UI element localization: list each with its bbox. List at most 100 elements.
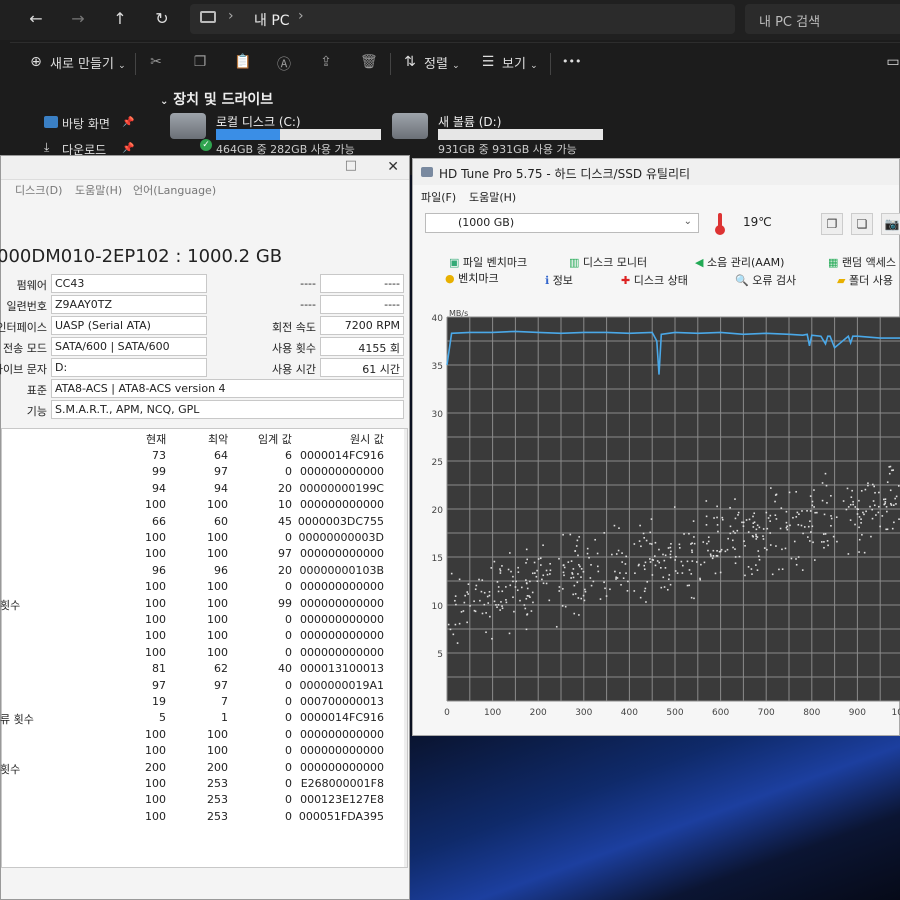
access-time-point bbox=[823, 541, 825, 543]
access-time-point bbox=[582, 570, 585, 573]
menu-language[interactable]: 언어(Language) bbox=[133, 182, 216, 198]
access-time-point bbox=[742, 525, 745, 527]
access-time-point bbox=[693, 597, 695, 600]
current-value: 100 bbox=[145, 727, 166, 741]
access-time-point bbox=[479, 599, 481, 602]
drive-select[interactable]: (1000 GB) ⌄ bbox=[425, 213, 699, 233]
pin-icon[interactable]: 📌 bbox=[122, 117, 134, 128]
back-arrow-icon[interactable]: ← bbox=[24, 8, 48, 30]
access-time-point bbox=[765, 511, 768, 514]
breadcrumb[interactable]: 내 PC bbox=[254, 10, 290, 30]
nav-item-desktop[interactable]: 바탕 화면 bbox=[62, 115, 110, 132]
share-icon[interactable]: ⇪ bbox=[318, 54, 334, 70]
menu-file[interactable]: 파일(F) bbox=[421, 189, 456, 205]
worst-value: 64 bbox=[214, 449, 228, 462]
access-time-point bbox=[505, 599, 507, 601]
forward-arrow-icon[interactable]: → bbox=[66, 8, 90, 30]
search-input[interactable]: 내 PC 검색 bbox=[745, 4, 900, 34]
x-tick-label: 300 bbox=[575, 708, 592, 718]
drive-name: 로컬 디스크 (C:) bbox=[216, 115, 301, 129]
close-icon[interactable]: ✕ bbox=[387, 159, 399, 175]
access-time-point bbox=[649, 558, 651, 560]
title-bar[interactable]: □ ✕ bbox=[1, 156, 409, 180]
access-time-point bbox=[745, 519, 748, 521]
address-bar[interactable]: › 내 PC › bbox=[190, 4, 735, 34]
up-arrow-icon[interactable]: ↑ bbox=[108, 8, 132, 30]
scrollbar[interactable] bbox=[404, 429, 407, 867]
access-time-point bbox=[811, 525, 814, 528]
access-time-point bbox=[649, 531, 652, 534]
access-time-point bbox=[883, 498, 885, 501]
access-time-point bbox=[716, 555, 719, 557]
access-time-point bbox=[691, 549, 693, 552]
threshold-value: 0 bbox=[285, 711, 292, 725]
current-value: 5 bbox=[159, 711, 166, 725]
file-explorer-window: ← → ↑ ↻ › 내 PC › 내 PC 검색 ⊕ 새로 만들기 ⌄ ✂ ❐ … bbox=[0, 0, 900, 175]
column-header-worst[interactable]: 최악 bbox=[208, 431, 228, 447]
tab-benchmark[interactable]: ● 벤치마크 bbox=[445, 270, 499, 286]
current-value: 99 bbox=[152, 465, 166, 479]
access-time-point bbox=[737, 514, 739, 516]
more-button[interactable]: ••• bbox=[562, 55, 581, 68]
details-pane-icon[interactable]: ▭ bbox=[885, 54, 900, 70]
column-header-raw[interactable]: 원시 값 bbox=[350, 431, 384, 447]
current-value: 100 bbox=[145, 531, 166, 544]
drive-icon bbox=[170, 113, 206, 139]
raw-value: 000000000000 bbox=[300, 498, 384, 512]
worst-value: 100 bbox=[207, 580, 228, 594]
threshold-value: 0 bbox=[285, 531, 292, 544]
section-header[interactable]: ⌄ 장치 및 드라이브 bbox=[160, 89, 273, 109]
access-time-point bbox=[592, 580, 595, 583]
tab-error-scan[interactable]: 🔍 오류 검사 bbox=[735, 272, 796, 288]
menu-help[interactable]: 도움말(H) bbox=[75, 182, 122, 198]
paste-icon[interactable]: 📋 bbox=[234, 54, 251, 70]
current-value: 96 bbox=[152, 563, 166, 577]
threshold-value: 0 bbox=[285, 580, 292, 594]
access-time-point bbox=[454, 623, 457, 626]
access-time-point bbox=[795, 516, 798, 518]
tab-aam[interactable]: ◀ 소음 관리(AAM) bbox=[695, 254, 784, 270]
view-button[interactable]: 보기 ⌄ bbox=[502, 53, 538, 72]
tab-disk-monitor[interactable]: ▥ 디스크 모니터 bbox=[569, 254, 647, 270]
access-time-point bbox=[541, 578, 543, 581]
random-access-icon: ▦ bbox=[828, 256, 839, 269]
tab-random-access[interactable]: ▦ 랜덤 액세스 bbox=[828, 254, 896, 270]
tab-info[interactable]: ℹ 정보 bbox=[545, 272, 573, 288]
current-value: 73 bbox=[152, 449, 166, 462]
new-button[interactable]: 새로 만들기 ⌄ bbox=[50, 53, 126, 72]
minimize-icon[interactable]: □ bbox=[345, 158, 357, 173]
access-time-point bbox=[660, 586, 663, 589]
worst-value: 97 bbox=[214, 465, 228, 479]
access-time-point bbox=[495, 604, 497, 606]
tab-file-benchmark[interactable]: ▣ 파일 벤치마크 bbox=[449, 254, 527, 270]
benchmark-icon: ● bbox=[445, 272, 455, 285]
raw-value: 00000000103B bbox=[299, 563, 384, 577]
tab-health[interactable]: ✚ 디스크 상태 bbox=[621, 272, 688, 288]
title-bar[interactable]: HD Tune Pro 5.75 - 하드 디스크/SSD 유틸리티 bbox=[413, 159, 899, 185]
refresh-icon[interactable]: ↻ bbox=[150, 8, 174, 30]
cut-icon[interactable]: ✂ bbox=[148, 54, 164, 70]
access-time-point bbox=[447, 623, 450, 626]
rename-icon[interactable]: Ⓐ bbox=[276, 54, 292, 73]
menu-help[interactable]: 도움말(H) bbox=[469, 189, 516, 205]
tab-folder-usage[interactable]: ▰ 폴더 사용 bbox=[837, 272, 893, 288]
plus-circle-icon: ⊕ bbox=[30, 54, 42, 70]
access-time-point bbox=[675, 555, 677, 558]
copy-icon[interactable]: ❐ bbox=[821, 213, 843, 235]
chevron-right-icon: › bbox=[228, 8, 234, 24]
threshold-value: 0 bbox=[285, 809, 292, 823]
pin-icon[interactable]: 📌 bbox=[122, 143, 134, 154]
copy-icon[interactable]: ❐ bbox=[192, 54, 208, 70]
menu-disk[interactable]: 디스크(D) bbox=[15, 182, 62, 198]
transfer-mode-label: 전송 모드 bbox=[3, 342, 47, 355]
copy-all-icon[interactable]: ❏ bbox=[851, 213, 873, 235]
screenshot-icon[interactable]: 📷 bbox=[881, 213, 900, 235]
access-time-point bbox=[643, 564, 646, 567]
current-value: 100 bbox=[145, 498, 166, 512]
column-header-current[interactable]: 현재 bbox=[146, 431, 166, 447]
raw-value: 000000000000 bbox=[300, 760, 384, 774]
sort-button[interactable]: 정렬 ⌄ bbox=[424, 53, 460, 72]
delete-icon[interactable]: 🗑 bbox=[360, 54, 378, 70]
column-header-threshold[interactable]: 임계 값 bbox=[258, 431, 292, 447]
access-time-point bbox=[690, 543, 692, 545]
